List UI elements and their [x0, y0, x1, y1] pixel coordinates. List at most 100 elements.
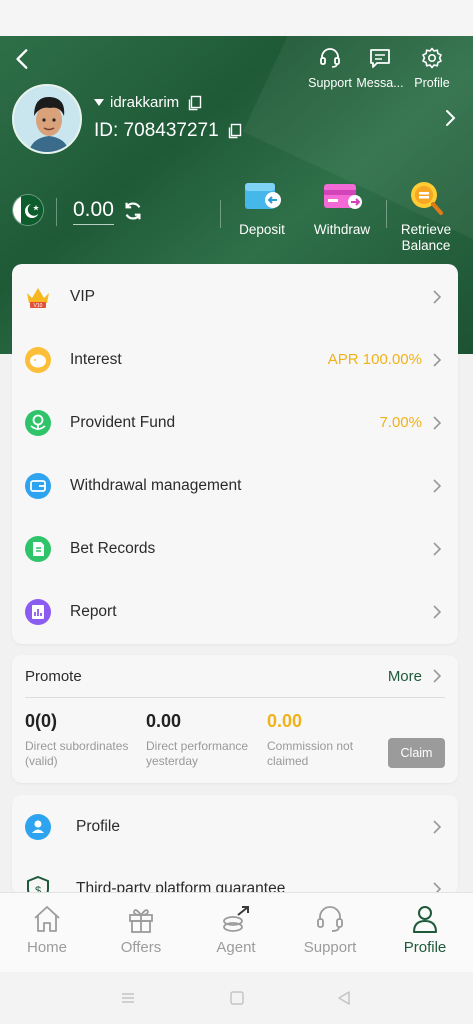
chevron-right-icon — [433, 289, 442, 304]
document-icon — [25, 535, 51, 562]
username-row[interactable]: idrakkarim — [94, 94, 203, 111]
report-chart-icon — [25, 598, 51, 625]
back-triangle-icon[interactable] — [335, 989, 353, 1007]
claim-button[interactable]: Claim — [388, 738, 445, 768]
gift-icon — [129, 909, 153, 933]
chevron-right-icon — [433, 415, 442, 430]
direct-subordinates-value: 0(0) — [25, 711, 58, 731]
agent-icon — [223, 906, 249, 932]
promote-card: Promote More 0(0) Direct subordinates (v… — [12, 655, 458, 783]
chevron-right-icon — [433, 541, 442, 556]
status-bar — [0, 0, 473, 36]
menu-item-report[interactable]: Report — [12, 580, 458, 643]
avatar[interactable] — [12, 84, 82, 154]
chevron-right-icon — [433, 478, 442, 493]
nav-label: Profile — [403, 939, 447, 956]
deposit-button[interactable]: Deposit — [232, 180, 292, 238]
commission-value: 0.00 — [267, 711, 303, 731]
promote-title: Promote — [25, 668, 82, 685]
card-withdraw-icon — [324, 184, 362, 209]
promote-more-link[interactable]: More — [388, 668, 422, 685]
menu-icon[interactable] — [119, 989, 137, 1007]
user-id: ID: 708437271 — [94, 120, 219, 141]
withdraw-button[interactable]: Withdraw — [310, 180, 374, 238]
nav-label: Home — [26, 939, 67, 956]
deposit-label: Deposit — [239, 222, 285, 237]
menu-item-interest[interactable]: Interest APR 100.00% — [12, 328, 458, 391]
headset-icon — [320, 48, 340, 68]
withdraw-label: Withdraw — [313, 222, 371, 237]
username: idrakkarim — [110, 94, 180, 111]
menu-item-label: Interest — [70, 350, 122, 368]
retrieve-balance-button[interactable]: Retrieve Balance — [396, 180, 456, 254]
divider — [56, 198, 57, 226]
refresh-icon[interactable] — [122, 200, 144, 222]
direct-subordinates-label: Direct subordinates (valid) — [25, 739, 129, 768]
user-icon — [413, 906, 437, 933]
message-icon — [370, 49, 390, 68]
home-icon — [34, 906, 60, 932]
menu-item-label: VIP — [70, 287, 95, 305]
user-icon — [25, 813, 51, 840]
retrieve-balance-label: Retrieve Balance — [400, 222, 452, 253]
chevron-right-icon[interactable] — [430, 669, 444, 683]
profile-settings-button[interactable]: Profile — [412, 46, 452, 90]
profile-card: Profile $ Third-party platform guarantee — [12, 795, 458, 895]
menu-item-provident-fund[interactable]: Provident Fund 7.00% — [12, 391, 458, 454]
svg-text:V10: V10 — [34, 303, 43, 309]
menu-item-value: 7.00% — [379, 414, 422, 431]
direct-performance-value: 0.00 — [146, 711, 182, 731]
menu-item-profile[interactable]: Profile — [12, 795, 458, 858]
messages-label: Messa... — [356, 76, 404, 90]
nav-agent[interactable]: Agent — [201, 903, 271, 956]
divider — [25, 697, 445, 698]
menu-item-third-party-guarantee[interactable]: $ Third-party platform guarantee — [12, 857, 458, 895]
support-button[interactable]: Support — [308, 46, 352, 90]
balance-amount: 0.00 — [73, 198, 114, 225]
caret-down-icon — [94, 98, 104, 106]
messages-button[interactable]: Messa... — [354, 46, 406, 90]
vip-crown-icon: V10 — [27, 287, 49, 309]
menu-item-label: Withdrawal management — [70, 476, 242, 494]
home-square-icon[interactable] — [228, 989, 246, 1007]
menu-card: V10 VIP Interest APR 100.00% Provident F… — [12, 264, 458, 644]
menu-item-value: APR 100.00% — [327, 351, 422, 368]
nav-support[interactable]: Support — [295, 903, 365, 956]
wallet-deposit-icon — [245, 183, 281, 209]
direct-performance-label: Direct performance yesterday — [146, 739, 249, 768]
chevron-right-icon[interactable] — [440, 108, 460, 128]
divider — [386, 200, 387, 228]
system-nav-bar — [0, 972, 473, 1024]
copy-id-icon[interactable] — [227, 123, 243, 139]
chevron-right-icon — [433, 604, 442, 619]
menu-item-label: Provident Fund — [70, 413, 176, 431]
nav-label: Support — [303, 939, 357, 956]
wallet-icon — [25, 472, 51, 499]
fund-icon — [25, 409, 51, 436]
menu-item-bet-records[interactable]: Bet Records — [12, 517, 458, 580]
divider — [220, 200, 221, 228]
nav-offers[interactable]: Offers — [106, 903, 176, 956]
menu-item-label: Profile — [76, 817, 120, 835]
nav-profile[interactable]: Profile — [390, 903, 460, 956]
gear-icon — [422, 47, 442, 69]
nav-label: Offers — [120, 939, 162, 956]
menu-item-withdrawal-management[interactable]: Withdrawal management — [12, 454, 458, 517]
copy-icon[interactable] — [187, 95, 203, 111]
nav-home[interactable]: Home — [12, 903, 82, 956]
bottom-nav: Home Offers Agent Support Profile — [0, 892, 473, 972]
back-arrow-icon[interactable] — [10, 46, 36, 72]
headset-icon — [317, 906, 343, 932]
coin-search-icon — [411, 182, 443, 215]
menu-item-vip[interactable]: V10 VIP — [12, 265, 458, 328]
menu-item-label: Bet Records — [70, 539, 156, 557]
pakistan-flag-icon[interactable] — [12, 194, 44, 226]
profile-settings-label: Profile — [414, 76, 450, 90]
commission-label: Commission not claimed — [267, 739, 354, 768]
support-label: Support — [308, 76, 352, 90]
user-id-row[interactable]: ID: 708437271 — [94, 120, 243, 142]
menu-item-label: Report — [70, 602, 117, 620]
chevron-right-icon — [433, 819, 442, 834]
chevron-right-icon — [433, 352, 442, 367]
piggy-bank-icon — [25, 346, 51, 373]
